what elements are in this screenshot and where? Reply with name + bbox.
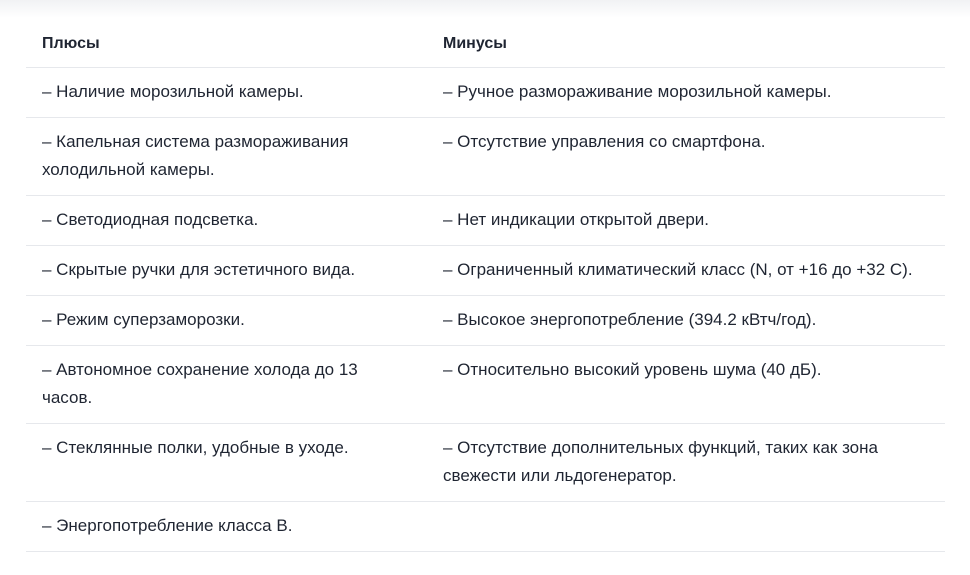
pro-cell: – Наличие морозильной камеры. xyxy=(42,82,304,101)
pro-cell: – Режим суперзаморозки. xyxy=(42,310,245,329)
table-header-row: Плюсы Минусы xyxy=(26,18,945,68)
header-pros: Плюсы xyxy=(42,35,100,52)
table-row: – Режим суперзаморозки. – Высокое энерго… xyxy=(26,296,945,346)
con-cell: – Отсутствие дополнительных функций, так… xyxy=(443,438,878,485)
con-cell: – Ограниченный климатический класс (N, о… xyxy=(443,260,913,279)
table-row: – Капельная система размораживания холод… xyxy=(26,118,945,196)
con-cell: – Высокое энергопотребление (394.2 кВтч/… xyxy=(443,310,817,329)
con-cell: – Ручное размораживание морозильной каме… xyxy=(443,82,832,101)
pros-cons-table: Плюсы Минусы – Наличие морозильной камер… xyxy=(26,18,945,552)
table-row: – Светодиодная подсветка. – Нет индикаци… xyxy=(26,196,945,246)
top-shade xyxy=(0,0,970,18)
pro-cell: – Скрытые ручки для эстетичного вида. xyxy=(42,260,356,279)
con-cell: – Относительно высокий уровень шума (40 … xyxy=(443,360,822,379)
pro-cell: – Капельная система размораживания холод… xyxy=(42,132,349,179)
con-cell: – Отсутствие управления со смартфона. xyxy=(443,132,766,151)
table-row: – Скрытые ручки для эстетичного вида. – … xyxy=(26,246,945,296)
table-row: – Автономное сохранение холода до 13 час… xyxy=(26,346,945,424)
table-row: – Наличие морозильной камеры. – Ручное р… xyxy=(26,68,945,118)
con-cell xyxy=(427,502,945,551)
pro-cell: – Энергопотребление класса В. xyxy=(42,516,293,535)
con-cell: – Нет индикации открытой двери. xyxy=(443,210,710,229)
pro-cell: – Стеклянные полки, удобные в уходе. xyxy=(42,438,349,457)
table-row: – Энергопотребление класса В. xyxy=(26,502,945,552)
pro-cell: – Светодиодная подсветка. xyxy=(42,210,259,229)
pro-cell: – Автономное сохранение холода до 13 час… xyxy=(42,360,358,407)
table-row: – Стеклянные полки, удобные в уходе. – О… xyxy=(26,424,945,502)
header-cons: Минусы xyxy=(443,35,507,52)
